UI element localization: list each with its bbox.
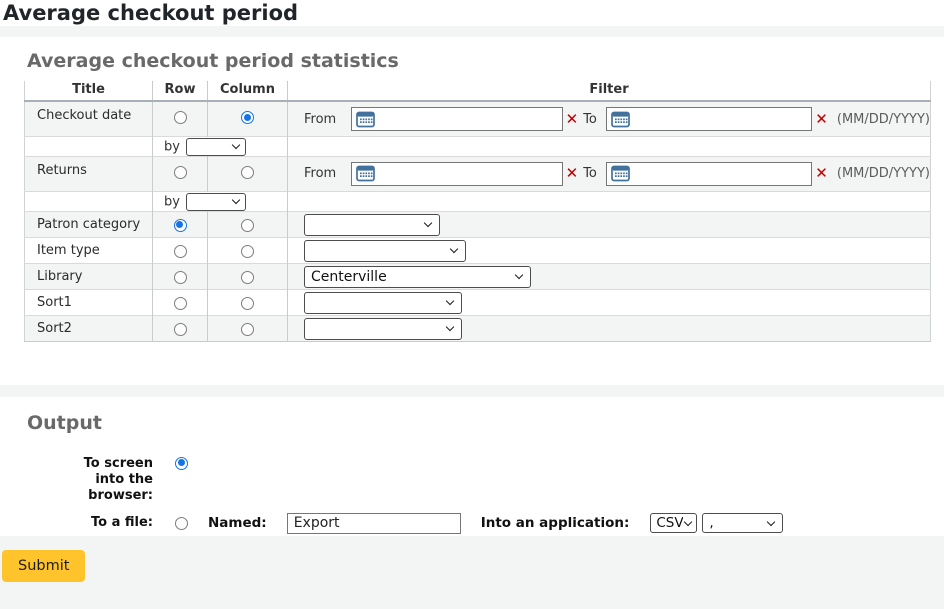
table-row-returns-by: by (25, 191, 931, 211)
row-title: Returns (25, 156, 153, 191)
date-format-hint: (MM/DD/YYYY) (837, 112, 930, 127)
column-header-row: Row (153, 81, 208, 101)
column-header-column: Column (208, 81, 288, 101)
row-title: Library (25, 263, 153, 289)
to-file-radio[interactable] (175, 517, 188, 530)
chevron-down-icon (684, 517, 692, 525)
to-label: To (583, 166, 597, 181)
chevron-down-icon (232, 141, 240, 149)
item-type-row-radio[interactable] (174, 245, 187, 258)
table-row-sort2: Sort2 (25, 315, 931, 341)
calendar-icon[interactable] (356, 111, 375, 128)
chevron-down-icon (446, 297, 454, 305)
page-header: Average checkout period (0, 0, 944, 26)
spacer (0, 342, 944, 385)
returns-to-input[interactable] (606, 162, 812, 186)
output-heading: Output (27, 412, 944, 434)
table-row-returns: Returns From ✕ To (25, 156, 931, 191)
statistics-heading: Average checkout period statistics (27, 50, 944, 72)
row-title: Item type (25, 237, 153, 263)
header-divider (0, 26, 944, 37)
to-screen-label: To screen into the browser: (51, 456, 153, 504)
date-format-hint: (MM/DD/YYYY) (837, 166, 930, 181)
table-header-row: Title Row Column Filter (25, 81, 931, 101)
output-section: Output To screen into the browser: To a … (0, 397, 944, 534)
row-title: Patron category (25, 211, 153, 237)
table-row-patron-category: Patron category (25, 211, 931, 237)
statistics-section: Average checkout period statistics Title… (0, 37, 944, 342)
page-title: Average checkout period (3, 1, 944, 25)
returns-column-radio[interactable] (241, 166, 254, 179)
returns-row-radio[interactable] (174, 166, 187, 179)
to-screen-radio[interactable] (175, 457, 188, 470)
by-label: by (164, 139, 180, 154)
item-type-select[interactable] (304, 240, 466, 262)
table-row-sort1: Sort1 (25, 289, 931, 315)
library-select[interactable]: Centerville (304, 266, 531, 288)
statistics-table: Title Row Column Filter Checkout date Fr… (24, 81, 931, 342)
chevron-down-icon (767, 517, 775, 525)
named-label: Named: (208, 515, 267, 531)
table-row-item-type: Item type (25, 237, 931, 263)
library-row-radio[interactable] (174, 271, 187, 284)
sort1-column-radio[interactable] (241, 297, 254, 310)
calendar-icon[interactable] (611, 165, 630, 182)
checkout-by-select[interactable] (186, 138, 246, 156)
chevron-down-icon (446, 323, 454, 331)
section-divider (0, 385, 944, 397)
patron-category-select[interactable] (304, 214, 440, 236)
row-title: Sort1 (25, 289, 153, 315)
from-label: From (304, 112, 336, 127)
chevron-down-icon (515, 271, 523, 279)
column-header-filter: Filter (288, 81, 931, 101)
clear-date-icon[interactable]: ✕ (815, 166, 828, 181)
checkout-date-to-input[interactable] (606, 107, 812, 131)
submit-button[interactable]: Submit (2, 550, 85, 582)
output-to-screen-row: To screen into the browser: (51, 456, 944, 504)
by-label: by (164, 194, 180, 209)
table-row-checkout-date: Checkout date From ✕ To (25, 101, 931, 136)
returns-by-select[interactable] (186, 193, 246, 211)
from-label: From (304, 166, 336, 181)
sort1-row-radio[interactable] (174, 297, 187, 310)
to-file-label: To a file: (51, 515, 153, 531)
sort2-column-radio[interactable] (241, 323, 254, 336)
chevron-down-icon (232, 196, 240, 204)
file-format-select[interactable]: CSV (650, 513, 697, 533)
column-header-title: Title (25, 81, 153, 101)
sort2-row-radio[interactable] (174, 323, 187, 336)
patron-category-row-radio[interactable] (174, 219, 187, 232)
named-input[interactable]: Export (287, 513, 461, 534)
to-label: To (583, 112, 597, 127)
calendar-icon[interactable] (356, 165, 375, 182)
calendar-icon[interactable] (611, 111, 630, 128)
into-application-label: Into an application: (481, 515, 630, 531)
clear-date-icon[interactable]: ✕ (815, 112, 828, 127)
sort2-select[interactable] (304, 318, 462, 340)
sort1-select[interactable] (304, 292, 462, 314)
clear-date-icon[interactable]: ✕ (566, 166, 579, 181)
checkout-date-from-input[interactable] (351, 107, 562, 131)
chevron-down-icon (424, 219, 432, 227)
row-title: Checkout date (25, 101, 153, 136)
checkout-date-column-radio[interactable] (241, 111, 254, 124)
patron-category-column-radio[interactable] (241, 219, 254, 232)
table-row-checkout-by: by (25, 136, 931, 156)
chevron-down-icon (450, 245, 458, 253)
row-title: Sort2 (25, 315, 153, 341)
returns-from-input[interactable] (351, 162, 562, 186)
item-type-column-radio[interactable] (241, 245, 254, 258)
footer-bar: Submit (0, 536, 944, 609)
clear-date-icon[interactable]: ✕ (566, 112, 579, 127)
checkout-date-row-radio[interactable] (174, 111, 187, 124)
output-to-file-row: To a file: Named: Export Into an applica… (51, 513, 944, 534)
table-row-library: Library Centerville (25, 263, 931, 289)
field-separator-select[interactable]: , (702, 513, 783, 533)
library-column-radio[interactable] (241, 271, 254, 284)
